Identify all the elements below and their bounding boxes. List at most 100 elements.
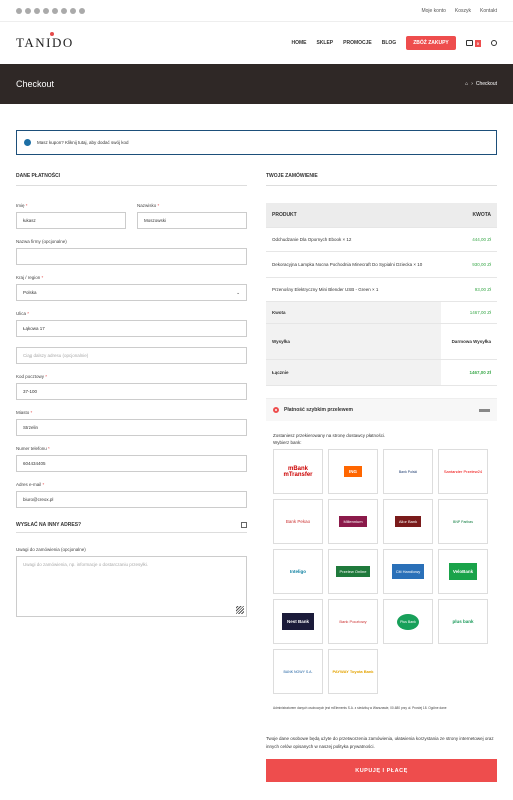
- street2-field[interactable]: Ciąg dalszy adresu (opcjonalnie): [16, 347, 247, 364]
- payment-method-label: Płatność szybkim przelewem: [284, 407, 353, 413]
- payment-method-header[interactable]: Płatność szybkim przelewem: [266, 399, 497, 421]
- top-link-account[interactable]: Moje konto: [421, 8, 445, 14]
- last-name-field[interactable]: Moszowski: [137, 212, 247, 229]
- required-marker: *: [157, 203, 160, 208]
- checkout-columns: DANE PŁATNOŚCI Imię * łukasz Nazwisko * …: [16, 173, 497, 782]
- github-icon[interactable]: [25, 7, 31, 14]
- required-marker: *: [25, 203, 28, 208]
- first-name-field[interactable]: łukasz: [16, 212, 126, 229]
- vk-icon[interactable]: [70, 7, 76, 14]
- search-icon[interactable]: [491, 40, 497, 46]
- payment-radio[interactable]: [273, 407, 279, 413]
- notes-group: Uwagi do zamówienia (opcjonalne) Uwagi d…: [16, 547, 247, 617]
- nav-shop[interactable]: SKLEP: [316, 40, 333, 46]
- bank-tile[interactable]: Inteligo: [273, 549, 323, 594]
- email-label-text: Adres e-mail: [16, 482, 42, 487]
- bank-tile[interactable]: BANK NOWY S.A.: [273, 649, 323, 694]
- top-bar: Moje konto Koszyk Kontakt: [0, 0, 513, 22]
- country-select[interactable]: Polska ⌄: [16, 284, 247, 301]
- nav-blog[interactable]: BLOG: [382, 40, 396, 46]
- street-label: Ulica *: [16, 311, 247, 316]
- total-row: Łącznie 1467,00 Zł: [266, 359, 497, 386]
- required-marker: *: [41, 275, 44, 280]
- table-row: Przenośny Elektryczny Mini Blender USB -…: [266, 277, 497, 302]
- facebook-icon[interactable]: [52, 7, 58, 14]
- cart-button[interactable]: 0: [465, 39, 481, 47]
- bank-tile[interactable]: ING: [328, 449, 378, 494]
- breadcrumb: ⌂ › Checkout: [465, 81, 497, 87]
- resize-handle-icon[interactable]: [236, 606, 244, 614]
- bank-tile[interactable]: Bank Pocztowy: [328, 599, 378, 644]
- home-icon[interactable]: ⌂: [465, 81, 468, 87]
- company-field[interactable]: [16, 248, 247, 265]
- twitter-icon[interactable]: [16, 7, 22, 14]
- billing-section: DANE PŁATNOŚCI Imię * łukasz Nazwisko * …: [16, 173, 247, 782]
- pinterest-icon[interactable]: [34, 7, 40, 14]
- postcode-label-text: Kod pocztowy: [16, 374, 45, 379]
- name-row: Imię * łukasz Nazwisko * Moszowski: [16, 203, 247, 229]
- page-title: Checkout: [16, 79, 55, 89]
- bank-tile[interactable]: Bank Pekao: [273, 499, 323, 544]
- item-amount: 444,00 Zł: [441, 227, 497, 252]
- bank-tile[interactable]: Przelew Online: [328, 549, 378, 594]
- ship-other-label: WYSŁAĆ NA INNY ADRES?: [16, 522, 82, 528]
- rss-icon[interactable]: [79, 7, 85, 14]
- bank-tile[interactable]: BNP Paribas: [438, 499, 488, 544]
- site-logo[interactable]: TANIDO: [16, 32, 74, 51]
- city-label-text: Miasto: [16, 410, 30, 415]
- bank-tile[interactable]: Santander Przelew24: [438, 449, 488, 494]
- table-row: Dekoracyjna Lampka Nocna Pochodnia Minec…: [266, 251, 497, 278]
- top-link-cart[interactable]: Koszyk: [455, 8, 471, 14]
- linkedin-icon[interactable]: [61, 7, 67, 14]
- order-table: PRODUKT KWOTA Odchudzanie Dla Opornych E…: [266, 203, 497, 386]
- first-name-label-text: Imię: [16, 203, 25, 208]
- postcode-field[interactable]: 37-100: [16, 383, 247, 400]
- order-notes-textarea[interactable]: Uwagi do zamówienia, np. informacje o do…: [16, 556, 247, 617]
- breadcrumb-separator-icon: ›: [471, 81, 473, 87]
- notes-label: Uwagi do zamówienia (opcjonalne): [16, 547, 86, 552]
- bank-logo-citi: Citi Handlowy: [391, 564, 425, 579]
- top-link-contact[interactable]: Kontakt: [480, 8, 497, 14]
- bank-tile[interactable]: Millennium: [328, 499, 378, 544]
- phone-group: Numer telefonu * 604434405: [16, 446, 247, 472]
- street-field[interactable]: Łąkowa 17: [16, 320, 247, 337]
- bank-logo-pko: Bank Polski: [398, 469, 418, 474]
- phone-label-text: Numer telefonu: [16, 446, 47, 451]
- city-field[interactable]: Strzelin: [16, 419, 247, 436]
- order-table-header: PRODUKT KWOTA: [266, 203, 497, 228]
- bank-tile[interactable]: Alior Bank: [383, 499, 433, 544]
- order-section: TWOJE ZAMÓWIENIE PRODUKT KWOTA Odchudzan…: [266, 173, 497, 782]
- bank-logo-inteligo: Inteligo: [290, 569, 306, 574]
- col-amount: KWOTA: [441, 203, 497, 228]
- place-order-button[interactable]: KUPUJĘ I PŁACĘ: [266, 759, 497, 782]
- chevron-down-icon: ⌄: [236, 289, 240, 295]
- shipping-value: Darmowa Wysyłka: [441, 323, 497, 360]
- required-marker: *: [45, 374, 48, 379]
- bank-tile[interactable]: mBank mTransfer: [273, 449, 323, 494]
- bank-tile[interactable]: Bank Polski: [383, 449, 433, 494]
- nav-home[interactable]: HOME: [291, 40, 306, 46]
- bank-logo-velobank: VeloBank: [448, 563, 478, 580]
- ship-other-checkbox[interactable]: [241, 522, 247, 528]
- nav-promotions[interactable]: PROMOCJE: [343, 40, 372, 46]
- email-field[interactable]: biuro@creox.pl: [16, 491, 247, 508]
- first-name-group: Imię * łukasz: [16, 203, 126, 229]
- bank-tile[interactable]: VeloBank: [438, 549, 488, 594]
- city-label: Miasto *: [16, 410, 247, 415]
- shop-cta-button[interactable]: ZBÓŻ ZAKUPY: [406, 36, 456, 50]
- bank-tile[interactable]: PAYWAY Toyota Bank: [328, 649, 378, 694]
- last-name-label-text: Nazwisko: [137, 203, 157, 208]
- bank-tile[interactable]: Plus Bank: [383, 599, 433, 644]
- subtotal-row: Kwota 1467,00 Zł: [266, 301, 497, 324]
- email-label: Adres e-mail *: [16, 482, 247, 487]
- bank-tile[interactable]: plus bank: [438, 599, 488, 644]
- bank-tile[interactable]: Nest Bank: [273, 599, 323, 644]
- logo-dot: [50, 32, 54, 36]
- city-group: Miasto * Strzelin: [16, 410, 247, 436]
- instagram-icon[interactable]: [43, 7, 49, 14]
- total-label: Łącznie: [266, 359, 442, 386]
- bank-tile[interactable]: Citi Handlowy: [383, 549, 433, 594]
- phone-field[interactable]: 604434405: [16, 455, 247, 472]
- required-marker: *: [42, 482, 45, 487]
- coupon-notice-text[interactable]: Masz kupon? Kliknij tutaj, aby dodać swó…: [37, 140, 129, 145]
